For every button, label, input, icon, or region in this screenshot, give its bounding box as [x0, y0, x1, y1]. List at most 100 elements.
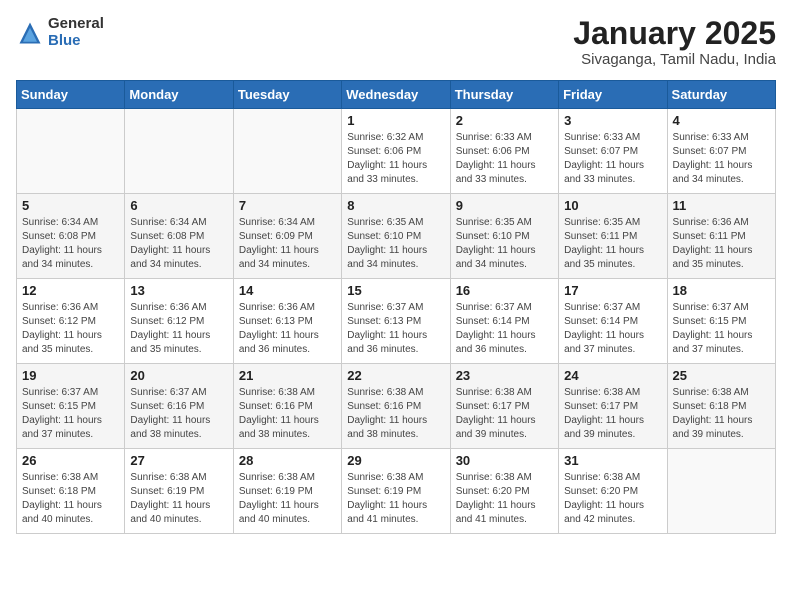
- header-friday: Friday: [559, 81, 667, 109]
- day-number: 22: [347, 368, 444, 383]
- day-info: Sunrise: 6:33 AM Sunset: 6:07 PM Dayligh…: [673, 131, 770, 187]
- calendar-cell: [17, 109, 125, 194]
- day-number: 3: [564, 113, 661, 128]
- day-info: Sunrise: 6:36 AM Sunset: 6:11 PM Dayligh…: [673, 216, 770, 272]
- calendar-cell: 21Sunrise: 6:38 AM Sunset: 6:16 PM Dayli…: [233, 364, 341, 449]
- day-info: Sunrise: 6:37 AM Sunset: 6:14 PM Dayligh…: [564, 301, 661, 357]
- header-row: SundayMondayTuesdayWednesdayThursdayFrid…: [17, 81, 776, 109]
- day-number: 23: [456, 368, 553, 383]
- calendar-cell: 13Sunrise: 6:36 AM Sunset: 6:12 PM Dayli…: [125, 279, 233, 364]
- calendar-cell: 3 Sunrise: 6:33 AM Sunset: 6:07 PM Daylig…: [559, 109, 667, 194]
- day-info: Sunrise: 6:38 AM Sunset: 6:20 PM Dayligh…: [456, 471, 553, 527]
- calendar-cell: 31Sunrise: 6:38 AM Sunset: 6:20 PM Dayli…: [559, 449, 667, 534]
- day-number: 10: [564, 198, 661, 213]
- calendar-cell: 1 Sunrise: 6:32 AM Sunset: 6:06 PM Daylig…: [342, 109, 450, 194]
- day-number: 4: [673, 113, 770, 128]
- day-number: 26: [22, 453, 119, 468]
- day-info: Sunrise: 6:32 AM Sunset: 6:06 PM Dayligh…: [347, 131, 444, 187]
- day-info: Sunrise: 6:34 AM Sunset: 6:08 PM Dayligh…: [130, 216, 227, 272]
- day-number: 24: [564, 368, 661, 383]
- calendar-cell: 20Sunrise: 6:37 AM Sunset: 6:16 PM Dayli…: [125, 364, 233, 449]
- day-number: 18: [673, 283, 770, 298]
- calendar-cell: 2 Sunrise: 6:33 AM Sunset: 6:06 PM Daylig…: [450, 109, 558, 194]
- calendar-cell: 25Sunrise: 6:38 AM Sunset: 6:18 PM Dayli…: [667, 364, 775, 449]
- day-info: Sunrise: 6:35 AM Sunset: 6:11 PM Dayligh…: [564, 216, 661, 272]
- header-saturday: Saturday: [667, 81, 775, 109]
- calendar-cell: 29 Sunrise: 6:38 AM Sunset: 6:19 PM Dayli…: [342, 449, 450, 534]
- logo-text: General Blue: [48, 16, 104, 49]
- calendar-cell: 14 Sunrise: 6:36 AM Sunset: 6:13 PM Dayli…: [233, 279, 341, 364]
- day-info: Sunrise: 6:36 AM Sunset: 6:12 PM Dayligh…: [22, 301, 119, 357]
- day-number: 29: [347, 453, 444, 468]
- week-row-0: 1 Sunrise: 6:32 AM Sunset: 6:06 PM Daylig…: [17, 109, 776, 194]
- day-number: 7: [239, 198, 336, 213]
- calendar-cell: [667, 449, 775, 534]
- logo: General Blue: [16, 16, 104, 49]
- calendar-cell: 27 Sunrise: 6:38 AM Sunset: 6:19 PM Dayli…: [125, 449, 233, 534]
- calendar-cell: 22 Sunrise: 6:38 AM Sunset: 6:16 PM Dayli…: [342, 364, 450, 449]
- day-info: Sunrise: 6:36 AM Sunset: 6:13 PM Dayligh…: [239, 301, 336, 357]
- day-number: 14: [239, 283, 336, 298]
- calendar-cell: 26Sunrise: 6:38 AM Sunset: 6:18 PM Dayli…: [17, 449, 125, 534]
- day-info: Sunrise: 6:38 AM Sunset: 6:17 PM Dayligh…: [564, 386, 661, 442]
- day-number: 9: [456, 198, 553, 213]
- day-info: Sunrise: 6:38 AM Sunset: 6:16 PM Dayligh…: [347, 386, 444, 442]
- week-row-2: 12Sunrise: 6:36 AM Sunset: 6:12 PM Dayli…: [17, 279, 776, 364]
- week-row-4: 26Sunrise: 6:38 AM Sunset: 6:18 PM Dayli…: [17, 449, 776, 534]
- day-number: 19: [22, 368, 119, 383]
- calendar-cell: 12Sunrise: 6:36 AM Sunset: 6:12 PM Dayli…: [17, 279, 125, 364]
- day-number: 21: [239, 368, 336, 383]
- week-row-1: 5Sunrise: 6:34 AM Sunset: 6:08 PM Daylig…: [17, 194, 776, 279]
- day-info: Sunrise: 6:38 AM Sunset: 6:17 PM Dayligh…: [456, 386, 553, 442]
- day-number: 6: [130, 198, 227, 213]
- calendar-cell: 28 Sunrise: 6:38 AM Sunset: 6:19 PM Dayli…: [233, 449, 341, 534]
- calendar-header: SundayMondayTuesdayWednesdayThursdayFrid…: [17, 81, 776, 109]
- day-info: Sunrise: 6:38 AM Sunset: 6:19 PM Dayligh…: [239, 471, 336, 527]
- day-number: 27: [130, 453, 227, 468]
- calendar-cell: [233, 109, 341, 194]
- calendar-cell: 23 Sunrise: 6:38 AM Sunset: 6:17 PM Dayli…: [450, 364, 558, 449]
- day-info: Sunrise: 6:33 AM Sunset: 6:06 PM Dayligh…: [456, 131, 553, 187]
- calendar-cell: 18 Sunrise: 6:37 AM Sunset: 6:15 PM Dayli…: [667, 279, 775, 364]
- day-info: Sunrise: 6:38 AM Sunset: 6:20 PM Dayligh…: [564, 471, 661, 527]
- day-info: Sunrise: 6:36 AM Sunset: 6:12 PM Dayligh…: [130, 301, 227, 357]
- calendar-cell: 15Sunrise: 6:37 AM Sunset: 6:13 PM Dayli…: [342, 279, 450, 364]
- calendar-table: SundayMondayTuesdayWednesdayThursdayFrid…: [16, 80, 776, 534]
- calendar-body: 1 Sunrise: 6:32 AM Sunset: 6:06 PM Daylig…: [17, 109, 776, 534]
- day-info: Sunrise: 6:38 AM Sunset: 6:18 PM Dayligh…: [673, 386, 770, 442]
- calendar-cell: 11 Sunrise: 6:36 AM Sunset: 6:11 PM Dayli…: [667, 194, 775, 279]
- calendar-cell: 16 Sunrise: 6:37 AM Sunset: 6:14 PM Dayli…: [450, 279, 558, 364]
- calendar-cell: 30 Sunrise: 6:38 AM Sunset: 6:20 PM Dayli…: [450, 449, 558, 534]
- day-number: 2: [456, 113, 553, 128]
- header-monday: Monday: [125, 81, 233, 109]
- day-info: Sunrise: 6:35 AM Sunset: 6:10 PM Dayligh…: [456, 216, 553, 272]
- logo-blue-text: Blue: [48, 33, 104, 50]
- calendar-cell: 24 Sunrise: 6:38 AM Sunset: 6:17 PM Dayli…: [559, 364, 667, 449]
- calendar-cell: 8Sunrise: 6:35 AM Sunset: 6:10 PM Daylig…: [342, 194, 450, 279]
- week-row-3: 19 Sunrise: 6:37 AM Sunset: 6:15 PM Dayli…: [17, 364, 776, 449]
- day-info: Sunrise: 6:33 AM Sunset: 6:07 PM Dayligh…: [564, 131, 661, 187]
- logo-general-text: General: [48, 16, 104, 33]
- day-info: Sunrise: 6:38 AM Sunset: 6:19 PM Dayligh…: [130, 471, 227, 527]
- day-info: Sunrise: 6:37 AM Sunset: 6:13 PM Dayligh…: [347, 301, 444, 357]
- day-info: Sunrise: 6:34 AM Sunset: 6:08 PM Dayligh…: [22, 216, 119, 272]
- calendar-cell: 10 Sunrise: 6:35 AM Sunset: 6:11 PM Dayli…: [559, 194, 667, 279]
- day-number: 16: [456, 283, 553, 298]
- day-number: 11: [673, 198, 770, 213]
- calendar-cell: 9 Sunrise: 6:35 AM Sunset: 6:10 PM Daylig…: [450, 194, 558, 279]
- day-number: 30: [456, 453, 553, 468]
- header-sunday: Sunday: [17, 81, 125, 109]
- header-thursday: Thursday: [450, 81, 558, 109]
- day-number: 8: [347, 198, 444, 213]
- page-header: General Blue January 2025 Sivaganga, Tam…: [16, 16, 776, 68]
- day-info: Sunrise: 6:37 AM Sunset: 6:15 PM Dayligh…: [22, 386, 119, 442]
- day-info: Sunrise: 6:37 AM Sunset: 6:14 PM Dayligh…: [456, 301, 553, 357]
- title-block: January 2025 Sivaganga, Tamil Nadu, Indi…: [573, 16, 776, 68]
- header-wednesday: Wednesday: [342, 81, 450, 109]
- day-number: 28: [239, 453, 336, 468]
- calendar-cell: 19 Sunrise: 6:37 AM Sunset: 6:15 PM Dayli…: [17, 364, 125, 449]
- calendar-subtitle: Sivaganga, Tamil Nadu, India: [573, 51, 776, 68]
- day-info: Sunrise: 6:37 AM Sunset: 6:15 PM Dayligh…: [673, 301, 770, 357]
- day-number: 1: [347, 113, 444, 128]
- day-info: Sunrise: 6:38 AM Sunset: 6:19 PM Dayligh…: [347, 471, 444, 527]
